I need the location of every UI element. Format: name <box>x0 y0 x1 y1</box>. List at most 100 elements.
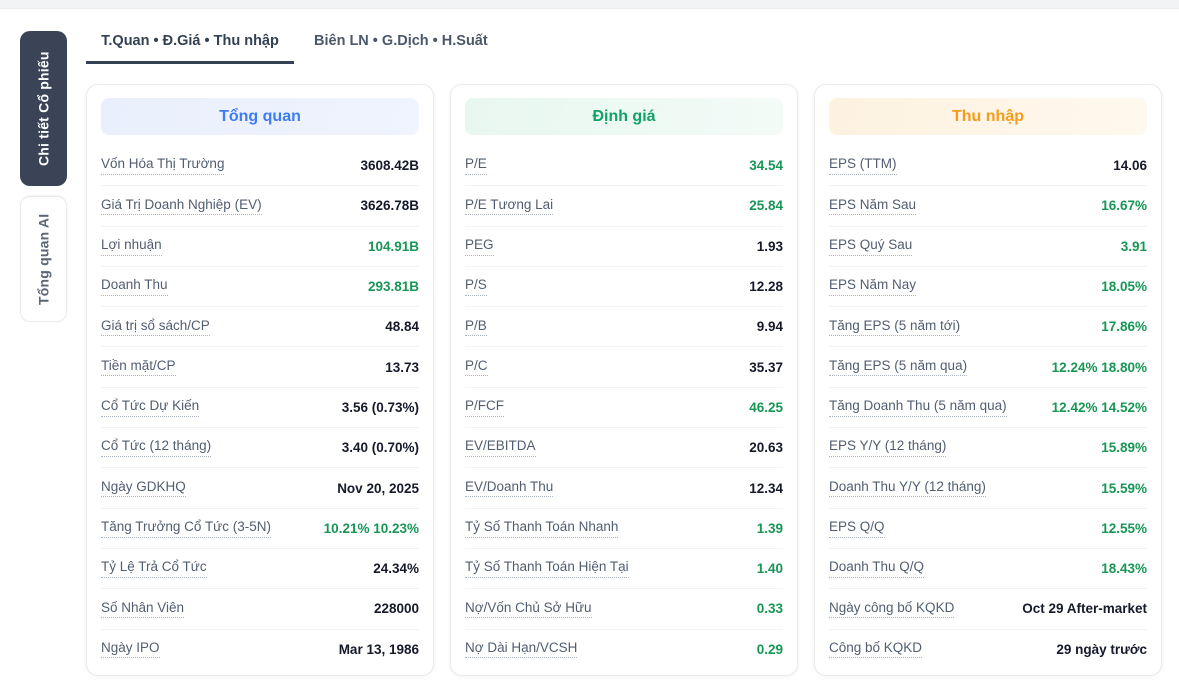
metric-value: 15.89% <box>1101 440 1147 456</box>
metric-value: 12.42% 14.52% <box>1051 399 1147 415</box>
metric-label[interactable]: Ngày IPO <box>101 640 160 659</box>
metric-row: P/S 12.28 <box>465 267 783 308</box>
metric-label[interactable]: Giá trị sổ sách/CP <box>101 318 210 337</box>
tab-margin-trading-performance[interactable]: Biên LN • G.Dịch • H.Suất <box>294 30 512 64</box>
metric-value: 3.91 <box>1120 238 1147 254</box>
metric-value: 25.84 <box>749 198 783 214</box>
metric-value: 12.28 <box>749 279 783 295</box>
metric-label[interactable]: Nợ Dài Hạn/VCSH <box>465 640 578 659</box>
metric-label[interactable]: Tỷ Số Thanh Toán Nhanh <box>465 519 619 538</box>
metric-row: P/C 35.37 <box>465 347 783 388</box>
metric-label[interactable]: EV/EBITDA <box>465 438 536 457</box>
card-valuation: Định giá P/E 34.54 P/E Tương Lai 25.84 PEG 1.9… <box>450 84 798 676</box>
metric-row: Tỷ Số Thanh Toán Hiện Tại 1.40 <box>465 549 783 590</box>
metric-value: Oct 29 After-market <box>1022 601 1147 617</box>
metric-label[interactable]: Ngày GDKHQ <box>101 479 186 498</box>
metric-row: P/FCF 46.25 <box>465 388 783 429</box>
cards: Tổng quan Vốn Hóa Thị Trường 3608.42B Giá T… <box>86 84 1162 676</box>
metric-value: 12.55% <box>1101 520 1147 536</box>
metric-value: 0.29 <box>756 641 783 657</box>
metric-label[interactable]: Doanh Thu <box>101 277 168 296</box>
metric-label[interactable]: EPS Năm Nay <box>829 277 917 296</box>
main-panel: T.Quan • Đ.Giá • Thu nhập Biên LN • G.Dị… <box>86 30 1162 676</box>
metric-value: 15.59% <box>1101 480 1147 496</box>
metric-label[interactable]: P/C <box>465 358 488 377</box>
metric-value: 18.05% <box>1101 279 1147 295</box>
metric-label[interactable]: Ngày công bố KQKD <box>829 600 955 619</box>
metric-row: PEG 1.93 <box>465 227 783 267</box>
metric-label[interactable]: Doanh Thu Q/Q <box>829 559 925 578</box>
metric-row: EPS Năm Nay 18.05% <box>829 267 1147 308</box>
metric-label[interactable]: P/S <box>465 277 487 296</box>
metric-label[interactable]: Cổ Tức (12 tháng) <box>101 438 212 457</box>
metric-label[interactable]: Công bố KQKD <box>829 640 923 659</box>
metric-row: EPS Y/Y (12 tháng) 15.89% <box>829 428 1147 469</box>
metric-row: EPS Năm Sau 16.67% <box>829 186 1147 227</box>
metric-row: Ngày IPO Mar 13, 1986 <box>101 630 419 669</box>
metric-row: Công bố KQKD 29 ngày trước <box>829 630 1147 669</box>
card-title-overview: Tổng quan <box>101 98 419 135</box>
metric-label[interactable]: P/E Tương Lai <box>465 197 554 216</box>
metric-value: 29 ngày trước <box>1056 641 1147 657</box>
metric-label[interactable]: EPS Y/Y (12 tháng) <box>829 438 947 457</box>
metric-value: 35.37 <box>749 359 783 375</box>
metric-label[interactable]: P/B <box>465 318 487 337</box>
metric-value: 9.94 <box>756 319 783 335</box>
metric-value: 104.91B <box>367 238 419 254</box>
metric-row: Nợ/Vốn Chủ Sở Hữu 0.33 <box>465 589 783 630</box>
metric-value: 18.43% <box>1101 561 1147 577</box>
metric-label[interactable]: P/FCF <box>465 398 504 417</box>
metric-row: Giá Trị Doanh Nghiệp (EV) 3626.78B <box>101 186 419 227</box>
metric-label[interactable]: EPS Năm Sau <box>829 197 917 216</box>
metric-label[interactable]: PEG <box>465 237 494 256</box>
tab-overview-valuation-income[interactable]: T.Quan • Đ.Giá • Thu nhập <box>86 30 294 64</box>
metric-label[interactable]: Vốn Hóa Thị Trường <box>101 156 225 175</box>
metric-label[interactable]: Doanh Thu Y/Y (12 tháng) <box>829 479 986 498</box>
metric-value: 48.84 <box>385 319 419 335</box>
metric-row: EPS Quý Sau 3.91 <box>829 227 1147 267</box>
metric-value: Nov 20, 2025 <box>337 480 419 496</box>
metric-row: EV/EBITDA 20.63 <box>465 428 783 469</box>
metric-label[interactable]: P/E <box>465 156 487 175</box>
side-tab-stock-detail[interactable]: Chi tiết Cổ phiếu <box>20 31 67 186</box>
metric-label[interactable]: Tiền mặt/CP <box>101 358 176 377</box>
metric-row: P/E Tương Lai 25.84 <box>465 186 783 227</box>
metric-label[interactable]: EPS Quý Sau <box>829 237 913 256</box>
metric-value: 1.39 <box>756 520 783 536</box>
metric-label[interactable]: Số Nhân Viên <box>101 600 185 619</box>
metric-row: Tăng EPS (5 năm tới) 17.86% <box>829 307 1147 348</box>
metric-label[interactable]: Lợi nhuận <box>101 237 162 256</box>
metric-row: Tỷ Lệ Trả Cổ Tức 24.34% <box>101 549 419 590</box>
metric-label[interactable]: EV/Doanh Thu <box>465 479 554 498</box>
metric-value: 20.63 <box>749 440 783 456</box>
metric-row: Tăng EPS (5 năm qua) 12.24% 18.80% <box>829 347 1147 388</box>
metric-row: Lợi nhuận 104.91B <box>101 227 419 267</box>
metric-label[interactable]: Tăng Trưởng Cổ Tức (3-5N) <box>101 519 271 538</box>
metric-row: EPS Q/Q 12.55% <box>829 509 1147 549</box>
card-body: P/E 34.54 P/E Tương Lai 25.84 PEG 1.93 P/S 12.2… <box>451 146 797 669</box>
metric-label[interactable]: Tăng EPS (5 năm tới) <box>829 318 961 337</box>
metric-row: Doanh Thu 293.81B <box>101 267 419 308</box>
metric-row: Tăng Doanh Thu (5 năm qua) 12.42% 14.52% <box>829 388 1147 429</box>
side-tab-ai-overview[interactable]: Tổng quan AI <box>20 196 67 322</box>
metric-label[interactable]: EPS Q/Q <box>829 519 885 538</box>
metric-row: Tăng Trưởng Cổ Tức (3-5N) 10.21% 10.23% <box>101 509 419 549</box>
metric-row: Nợ Dài Hạn/VCSH 0.29 <box>465 630 783 669</box>
metric-label[interactable]: Tăng EPS (5 năm qua) <box>829 358 968 377</box>
top-strip <box>0 0 1179 9</box>
metric-row: Ngày GDKHQ Nov 20, 2025 <box>101 468 419 509</box>
metric-label[interactable]: Tỷ Lệ Trả Cổ Tức <box>101 559 207 578</box>
metric-label[interactable]: EPS (TTM) <box>829 156 897 175</box>
metric-label[interactable]: Nợ/Vốn Chủ Sở Hữu <box>465 600 592 619</box>
side-tab-bar: Chi tiết Cổ phiếu Tổng quan AI <box>20 31 67 322</box>
metric-row: Giá trị sổ sách/CP 48.84 <box>101 307 419 348</box>
metric-row: P/B 9.94 <box>465 307 783 348</box>
metric-label[interactable]: Tỷ Số Thanh Toán Hiện Tại <box>465 559 629 578</box>
metric-label[interactable]: Cổ Tức Dự Kiến <box>101 398 200 417</box>
metric-label[interactable]: Giá Trị Doanh Nghiệp (EV) <box>101 197 262 216</box>
metric-row: Ngày công bố KQKD Oct 29 After-market <box>829 589 1147 630</box>
metric-label[interactable]: Tăng Doanh Thu (5 năm qua) <box>829 398 1007 417</box>
metric-value: 3608.42B <box>360 158 419 174</box>
metric-value: 3.40 (0.70%) <box>341 440 419 456</box>
metric-value: 10.21% 10.23% <box>323 520 419 536</box>
